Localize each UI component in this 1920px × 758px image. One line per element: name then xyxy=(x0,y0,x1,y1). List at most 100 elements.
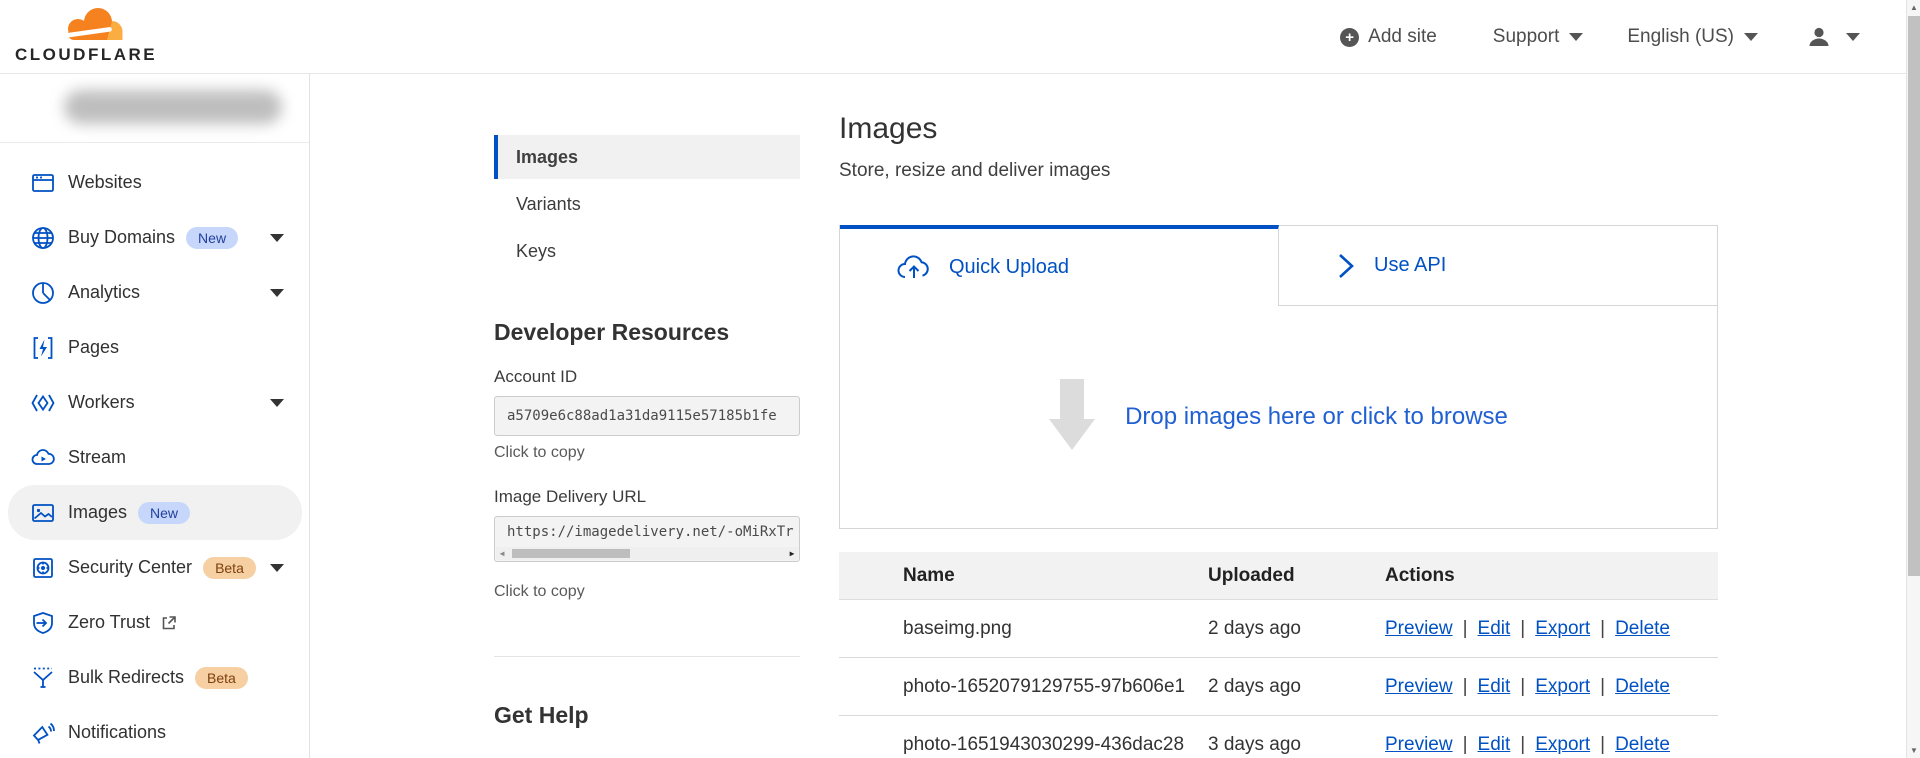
separator: | xyxy=(1600,675,1606,697)
stream-cloud-play-icon xyxy=(31,448,55,465)
sidebar-item-pages[interactable]: Pages xyxy=(8,320,302,375)
images-subnav: Images Variants Keys Developer Resources… xyxy=(494,74,800,758)
uploaded-time: 3 days ago xyxy=(1208,733,1301,755)
subnav-item-keys[interactable]: Keys xyxy=(494,229,800,273)
sidebar-nav: Websites Buy Domains New Analytics Pages… xyxy=(0,155,309,758)
scroll-right-arrow-icon[interactable]: ▶ xyxy=(786,547,798,560)
subnav-item-variants[interactable]: Variants xyxy=(494,182,800,226)
chevron-down-icon xyxy=(1744,33,1758,41)
sidebar-item-zero-trust[interactable]: Zero Trust xyxy=(8,595,302,650)
sidebar-item-workers[interactable]: Workers xyxy=(8,375,302,430)
subnav-item-images[interactable]: Images xyxy=(494,135,800,179)
shield-arrow-icon xyxy=(33,611,53,634)
cloudflare-cloud-icon xyxy=(66,8,123,40)
scrollbar-thumb[interactable] xyxy=(1908,16,1920,576)
account-id-copy-hint[interactable]: Click to copy xyxy=(494,444,585,462)
separator: | xyxy=(1520,617,1526,639)
page-scrollbar[interactable]: ▲ ▼ xyxy=(1906,0,1920,758)
support-label: Support xyxy=(1492,26,1560,47)
separator: | xyxy=(1462,733,1468,755)
delete-link[interactable]: Delete xyxy=(1615,734,1670,755)
beta-badge: Beta xyxy=(203,556,256,579)
account-id-field[interactable]: a5709e6c88ad1a31da9115e57185b1fe xyxy=(494,396,800,436)
add-site-button[interactable]: + Add site xyxy=(1340,26,1447,48)
scrollbar-thumb[interactable] xyxy=(512,549,630,558)
sidebar-item-buy-domains[interactable]: Buy Domains New xyxy=(8,210,302,265)
chevron-right-icon xyxy=(1339,253,1354,278)
preview-link[interactable]: Preview xyxy=(1385,676,1453,697)
preview-link[interactable]: Preview xyxy=(1385,618,1453,639)
table-header-row: Name Uploaded Actions xyxy=(839,552,1718,600)
table-row: photo-1652079129755-97b606e1 2 days ago … xyxy=(839,658,1718,716)
cloudflare-logo[interactable]: CLOUDFLARE xyxy=(15,4,155,65)
top-bar-actions: + Add site Support English (US) xyxy=(1340,0,1860,74)
main-content: Images Store, resize and deliver images … xyxy=(839,74,1718,758)
row-actions: Preview | Edit | Export | Delete xyxy=(1385,734,1718,756)
sidebar-item-bulk-redirects[interactable]: Bulk Redirects Beta xyxy=(8,650,302,705)
sidebar-item-images[interactable]: Images New xyxy=(8,485,302,540)
cloudflare-dashboard: CLOUDFLARE + Add site Support English (U… xyxy=(0,0,1920,758)
tab-label: Quick Upload xyxy=(949,256,1070,278)
sidebar-item-security-center[interactable]: Security Center Beta xyxy=(8,540,302,595)
sidebar-item-label: Buy Domains xyxy=(68,227,176,247)
chevron-down-icon[interactable] xyxy=(270,563,284,572)
sidebar: Websites Buy Domains New Analytics Pages… xyxy=(0,74,310,758)
add-site-label: Add site xyxy=(1368,26,1437,47)
chevron-down-icon[interactable] xyxy=(270,288,284,297)
language-label: English (US) xyxy=(1627,26,1734,47)
edit-link[interactable]: Edit xyxy=(1478,618,1511,639)
separator: | xyxy=(1520,733,1526,755)
account-id-label: Account ID xyxy=(494,367,578,386)
delivery-url-value: https://imagedelivery.net/-oMiRxTr xyxy=(507,524,794,540)
scroll-up-arrow-icon[interactable]: ▲ xyxy=(1907,0,1920,15)
delivery-url-scrollbar[interactable]: ◀ ▶ xyxy=(496,547,798,560)
edit-link[interactable]: Edit xyxy=(1478,734,1511,755)
preview-link[interactable]: Preview xyxy=(1385,734,1453,755)
scroll-left-arrow-icon[interactable]: ◀ xyxy=(496,547,508,560)
security-safe-icon xyxy=(33,557,53,578)
chevron-down-icon[interactable] xyxy=(270,398,284,407)
sidebar-item-label: Security Center xyxy=(68,557,193,577)
upload-panel: Quick Upload Use API Drop images here or… xyxy=(839,225,1718,529)
export-link[interactable]: Export xyxy=(1535,676,1590,697)
delete-link[interactable]: Delete xyxy=(1615,676,1670,697)
beta-badge: Beta xyxy=(195,666,248,689)
support-menu[interactable]: Support xyxy=(1493,26,1584,48)
lightning-icon xyxy=(33,336,53,359)
column-header-name: Name xyxy=(903,564,955,586)
tab-label: Use API xyxy=(1374,254,1447,276)
dropzone-text: Drop images here or click to browse xyxy=(1125,403,1508,430)
sidebar-item-analytics[interactable]: Analytics xyxy=(8,265,302,320)
sidebar-item-websites[interactable]: Websites xyxy=(8,155,302,210)
sidebar-item-label: Analytics xyxy=(68,282,141,302)
developer-resources-heading: Developer Resources xyxy=(494,319,730,345)
sidebar-item-stream[interactable]: Stream xyxy=(8,430,302,485)
sidebar-item-label: Workers xyxy=(68,392,135,412)
tab-quick-upload[interactable]: Quick Upload xyxy=(840,225,1279,306)
edit-link[interactable]: Edit xyxy=(1478,676,1511,697)
pie-chart-icon xyxy=(32,281,54,304)
uploaded-time: 2 days ago xyxy=(1208,675,1301,697)
row-actions: Preview | Edit | Export | Delete xyxy=(1385,618,1718,640)
sidebar-item-label: Notifications xyxy=(68,722,167,742)
sidebar-item-notifications[interactable]: Notifications xyxy=(8,705,302,758)
sidebar-item-label: Websites xyxy=(68,172,142,192)
chevron-down-icon[interactable] xyxy=(270,233,284,242)
separator: | xyxy=(1462,617,1468,639)
sidebar-item-label: Stream xyxy=(68,447,127,467)
language-menu[interactable]: English (US) xyxy=(1627,26,1758,48)
delivery-url-field[interactable]: https://imagedelivery.net/-oMiRxTr ◀ ▶ xyxy=(494,516,800,562)
delete-link[interactable]: Delete xyxy=(1615,618,1670,639)
scroll-down-arrow-icon[interactable]: ▼ xyxy=(1907,743,1920,758)
user-menu[interactable] xyxy=(1806,24,1860,50)
image-dropzone[interactable]: Drop images here or click to browse xyxy=(840,306,1717,528)
export-link[interactable]: Export xyxy=(1535,618,1590,639)
export-link[interactable]: Export xyxy=(1535,734,1590,755)
user-icon xyxy=(1809,27,1829,46)
sidebar-item-label: Bulk Redirects xyxy=(68,667,185,687)
plus-icon: + xyxy=(1340,27,1360,47)
cloud-upload-icon xyxy=(897,254,929,278)
delivery-url-copy-hint[interactable]: Click to copy xyxy=(494,583,585,601)
tab-use-api[interactable]: Use API xyxy=(1279,225,1717,306)
image-name: photo-1651943030299-436dac28 xyxy=(903,733,1185,755)
